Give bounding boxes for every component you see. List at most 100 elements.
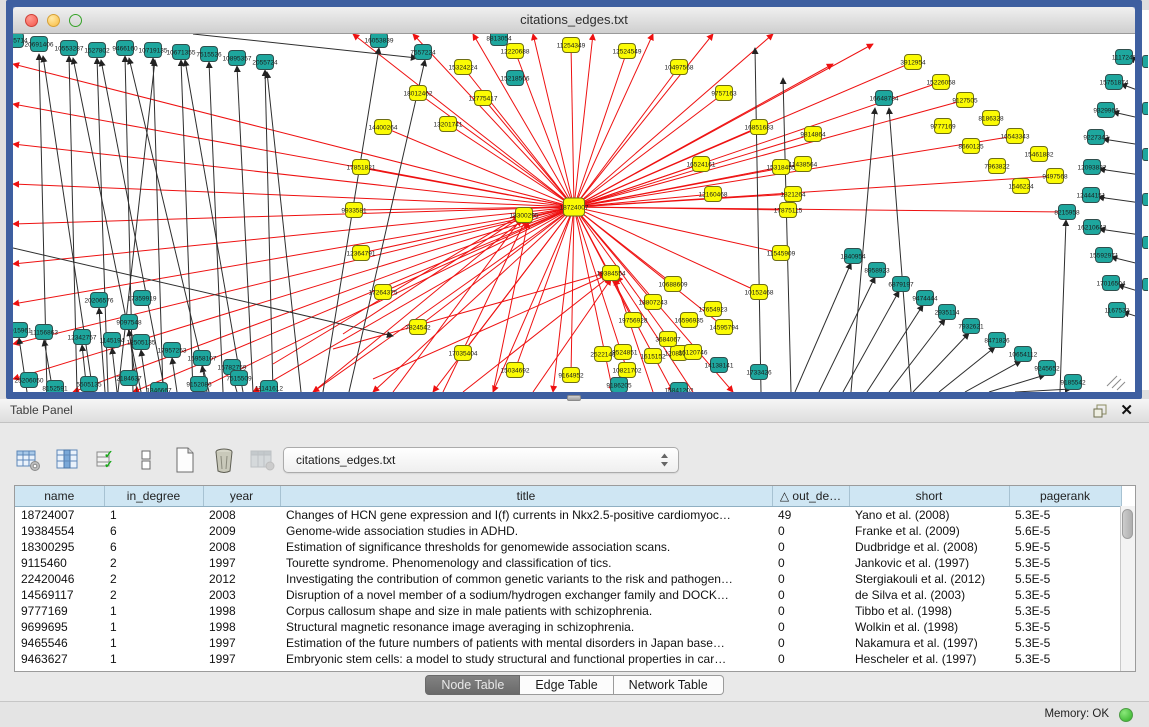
show-column-icon[interactable]: [55, 447, 81, 473]
table-cell[interactable]: 5.9E-5: [1009, 539, 1121, 555]
graph-edge[interactable]: [473, 34, 574, 207]
graph-edge[interactable]: [574, 93, 724, 207]
table-row[interactable]: 946362711997Embryonic stem cells: a mode…: [15, 651, 1121, 667]
table-cell[interactable]: 5.3E-5: [1009, 651, 1121, 667]
table-cell[interactable]: 1: [104, 619, 203, 635]
table-cell[interactable]: 14569117: [15, 587, 104, 603]
table-cell[interactable]: 1997: [203, 651, 280, 667]
table-cell[interactable]: 1998: [203, 603, 280, 619]
table-cell[interactable]: 2: [104, 555, 203, 571]
graph-edge[interactable]: [755, 48, 761, 392]
graph-edge[interactable]: [13, 184, 574, 207]
table-cell[interactable]: Tibbo et al. (1998): [849, 603, 1009, 619]
graph-edge[interactable]: [843, 291, 899, 392]
graph-edge[interactable]: [574, 34, 713, 207]
table-cell[interactable]: 9699695: [15, 619, 104, 635]
table-cell[interactable]: 2009: [203, 523, 280, 539]
graph-edge[interactable]: [185, 60, 243, 392]
table-row[interactable]: 1938455462009Genome-wide association stu…: [15, 523, 1121, 539]
graph-edge[interactable]: [574, 67, 679, 207]
table-cell[interactable]: 5.5E-5: [1009, 571, 1121, 587]
table-cell[interactable]: 0: [772, 635, 849, 651]
graph-edge[interactable]: [574, 34, 653, 207]
graph-edge[interactable]: [141, 350, 147, 392]
table-cell[interactable]: 0: [772, 587, 849, 603]
table-cell[interactable]: 0: [772, 555, 849, 571]
tab-network-table[interactable]: Network Table: [614, 675, 724, 695]
table-cell[interactable]: 2012: [203, 571, 280, 587]
table-cell[interactable]: 0: [772, 651, 849, 667]
table-cell[interactable]: Estimation of the future numbers of pati…: [280, 635, 772, 651]
graph-edge[interactable]: [783, 78, 791, 392]
graph-edge[interactable]: [209, 62, 223, 392]
table-cell[interactable]: Tourette syndrome. Phenomenology and cla…: [280, 555, 772, 571]
graph-edge[interactable]: [13, 104, 574, 207]
table-cell[interactable]: Dudbridge et al. (2008): [849, 539, 1009, 555]
graph-edge[interactable]: [13, 248, 393, 336]
table-cell[interactable]: Changes of HCN gene expression and I(f) …: [280, 506, 772, 523]
scrollbar-thumb[interactable]: [1122, 509, 1133, 539]
graph-edge[interactable]: [574, 207, 1067, 212]
table-cell[interactable]: 5.3E-5: [1009, 587, 1121, 603]
table-cell[interactable]: 0: [772, 603, 849, 619]
table-row[interactable]: 977716911998Corpus callosum shape and si…: [15, 603, 1121, 619]
table-cell[interactable]: 1997: [203, 635, 280, 651]
graph-edge[interactable]: [13, 64, 574, 207]
table-cell[interactable]: 18300295: [15, 539, 104, 555]
tab-edge-table[interactable]: Edge Table: [520, 675, 613, 695]
graph-edge[interactable]: [1015, 389, 1071, 392]
graph-edge[interactable]: [574, 34, 593, 207]
table-cell[interactable]: 5.3E-5: [1009, 555, 1121, 571]
table-cell[interactable]: 2: [104, 587, 203, 603]
select-all-icon[interactable]: ✓✓: [94, 447, 120, 473]
graph-edge[interactable]: [373, 207, 574, 392]
table-cell[interactable]: 1997: [203, 555, 280, 571]
table-row[interactable]: 969969511998Structural magnetic resonanc…: [15, 619, 1121, 635]
resize-grip-icon[interactable]: [1107, 376, 1125, 390]
table-selector-dropdown[interactable]: citations_edges.txt: [283, 447, 679, 473]
table-cell[interactable]: Investigating the contribution of common…: [280, 571, 772, 587]
graph-edge[interactable]: [237, 66, 253, 392]
graph-edge[interactable]: [313, 220, 522, 392]
graph-edge[interactable]: [99, 308, 105, 392]
graph-edge[interactable]: [913, 333, 969, 392]
table-cell[interactable]: 19384554: [15, 523, 104, 539]
table-cell[interactable]: 49: [772, 506, 849, 523]
table-cell[interactable]: 1: [104, 635, 203, 651]
table-cell[interactable]: 5.3E-5: [1009, 506, 1121, 523]
table-settings-icon[interactable]: [16, 447, 42, 473]
network-graph[interactable]: 1872400717875115153184551685168397571631…: [13, 34, 1135, 392]
table-cell[interactable]: Structural magnetic resonance image aver…: [280, 619, 772, 635]
float-window-icon[interactable]: [1093, 404, 1107, 418]
tab-node-table[interactable]: Node Table: [425, 675, 520, 695]
table-cell[interactable]: 9115460: [15, 555, 104, 571]
column-header-2[interactable]: year: [203, 486, 280, 506]
memory-indicator[interactable]: [1119, 708, 1133, 722]
graph-edge[interactable]: [383, 207, 574, 292]
graph-edge[interactable]: [819, 277, 875, 392]
graph-edge[interactable]: [574, 207, 781, 253]
table-cell[interactable]: 0: [772, 539, 849, 555]
column-header-5[interactable]: short: [849, 486, 1009, 506]
graph-edge[interactable]: [483, 98, 574, 207]
table-cell[interactable]: 9777169: [15, 603, 104, 619]
delete-table-icon[interactable]: [211, 447, 237, 473]
table-cell[interactable]: 9465546: [15, 635, 104, 651]
graph-edge[interactable]: [571, 45, 574, 207]
table-cell[interactable]: 5.3E-5: [1009, 635, 1121, 651]
table-cell[interactable]: 1: [104, 603, 203, 619]
table-cell[interactable]: 0: [772, 619, 849, 635]
table-cell[interactable]: Genome-wide association studies in ADHD.: [280, 523, 772, 539]
new-table-icon[interactable]: [172, 447, 198, 473]
network-canvas[interactable]: 1872400717875115153184551685168397571631…: [13, 34, 1135, 392]
table-cell[interactable]: Estimation of significance thresholds fo…: [280, 539, 772, 555]
table-cell[interactable]: 0: [772, 571, 849, 587]
graph-edge[interactable]: [574, 62, 913, 207]
splitter-handle[interactable]: [567, 395, 581, 401]
table-cell[interactable]: 5.6E-5: [1009, 523, 1121, 539]
import-table-icon[interactable]: [250, 447, 276, 473]
table-cell[interactable]: 2: [104, 571, 203, 587]
table-row[interactable]: 946554611997Estimation of the future num…: [15, 635, 1121, 651]
graph-edge[interactable]: [574, 176, 1055, 207]
graph-edge[interactable]: [383, 127, 574, 207]
